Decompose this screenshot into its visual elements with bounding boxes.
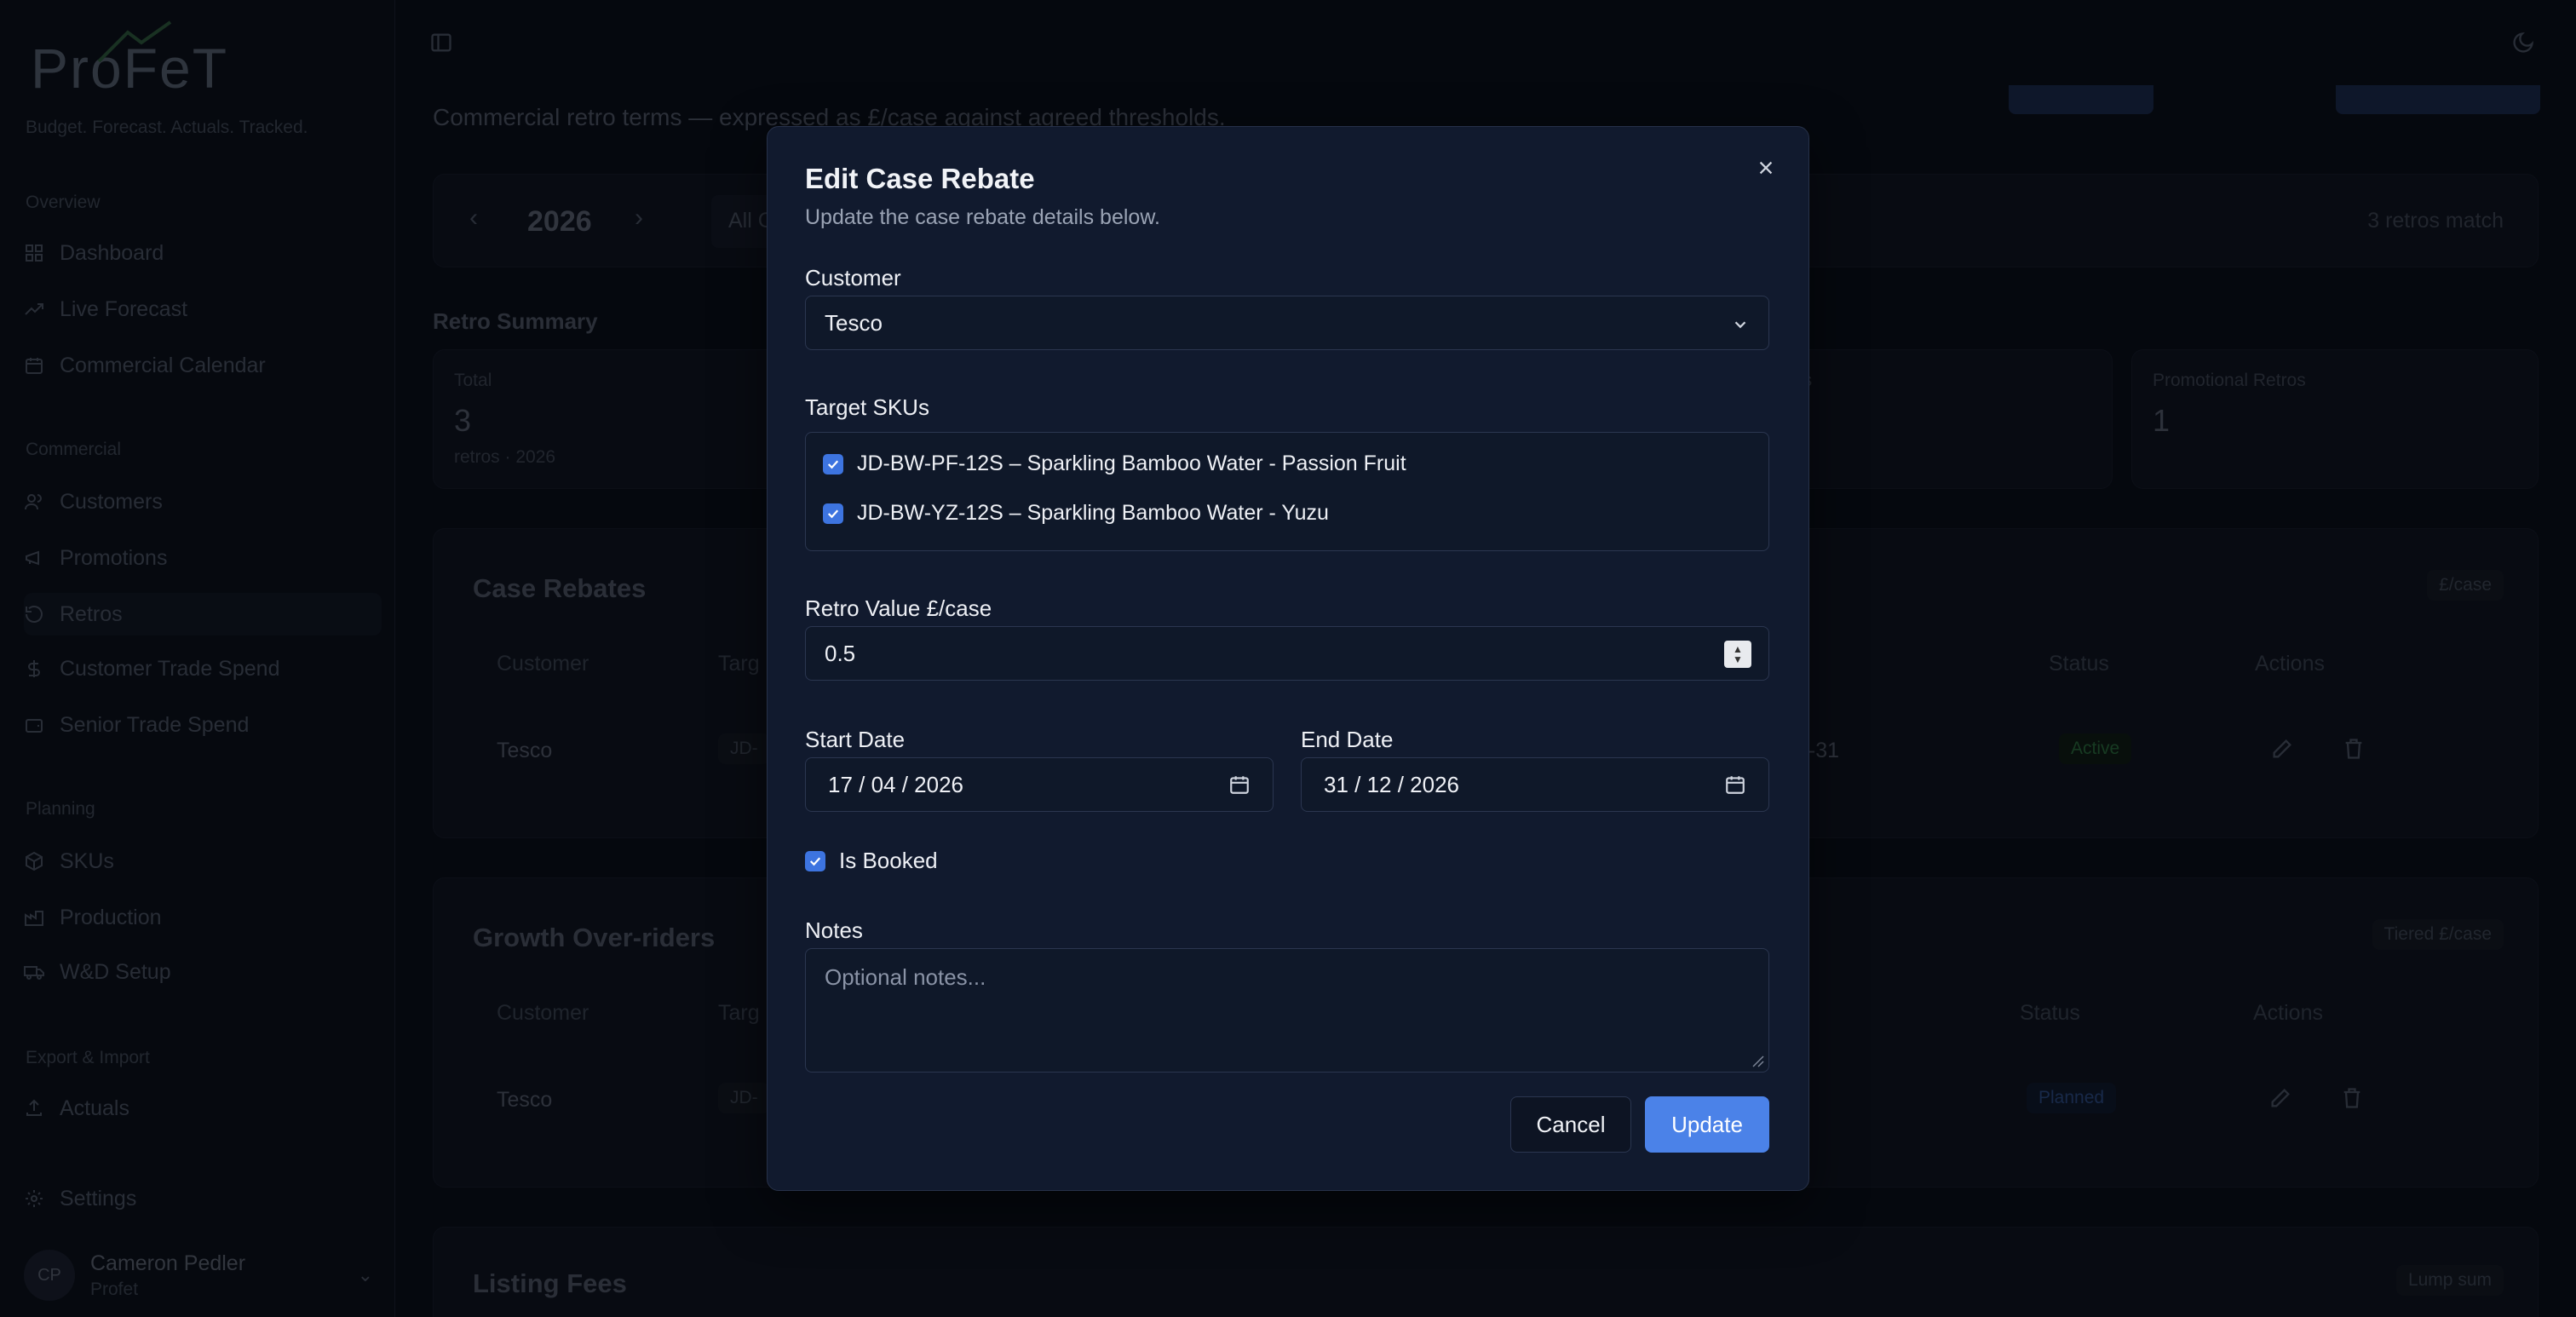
sku-option[interactable]: JD-BW-PF-12S – Sparkling Bamboo Water - … bbox=[823, 451, 1406, 476]
close-button[interactable] bbox=[1749, 151, 1783, 185]
number-stepper[interactable]: ▲ ▼ bbox=[1724, 641, 1751, 668]
resize-handle-icon[interactable] bbox=[1750, 1053, 1765, 1068]
check-icon bbox=[809, 856, 821, 866]
edit-case-rebate-dialog: Edit Case Rebate Update the case rebate … bbox=[767, 126, 1809, 1191]
cancel-button[interactable]: Cancel bbox=[1510, 1096, 1631, 1153]
start-date-input[interactable]: 17 / 04 / 2026 bbox=[805, 757, 1274, 812]
end-date-label: End Date bbox=[1301, 727, 1394, 752]
stepper-up-icon[interactable]: ▲ bbox=[1733, 644, 1743, 654]
end-date-value: 31 / 12 / 2026 bbox=[1324, 771, 1460, 797]
sku-option-label: JD-BW-YZ-12S – Sparkling Bamboo Water - … bbox=[857, 501, 1329, 525]
sku-option-label: JD-BW-PF-12S – Sparkling Bamboo Water - … bbox=[857, 451, 1406, 475]
customer-select-value: Tesco bbox=[825, 309, 883, 336]
target-skus-label: Target SKUs bbox=[805, 394, 929, 420]
target-skus-list: JD-BW-PF-12S – Sparkling Bamboo Water - … bbox=[805, 432, 1769, 551]
calendar-icon[interactable] bbox=[1228, 774, 1251, 802]
chevron-down-icon bbox=[1731, 313, 1750, 340]
check-icon bbox=[827, 459, 839, 469]
sku-checkbox[interactable] bbox=[823, 503, 843, 524]
stepper-down-icon[interactable]: ▼ bbox=[1733, 654, 1743, 664]
is-booked-option[interactable]: Is Booked bbox=[805, 848, 938, 874]
is-booked-checkbox[interactable] bbox=[805, 850, 825, 871]
is-booked-label: Is Booked bbox=[839, 848, 938, 873]
start-date-label: Start Date bbox=[805, 727, 906, 752]
customer-select[interactable]: Tesco bbox=[805, 296, 1769, 350]
retro-value-label: Retro Value £/case bbox=[805, 595, 992, 621]
end-date-input[interactable]: 31 / 12 / 2026 bbox=[1301, 757, 1769, 812]
notes-placeholder: Optional notes... bbox=[825, 964, 986, 990]
calendar-icon[interactable] bbox=[1724, 774, 1746, 802]
start-date-value: 17 / 04 / 2026 bbox=[828, 771, 964, 797]
notes-label: Notes bbox=[805, 917, 863, 943]
notes-textarea[interactable]: Optional notes... bbox=[805, 948, 1769, 1073]
sku-checkbox[interactable] bbox=[823, 453, 843, 474]
sku-option[interactable]: JD-BW-YZ-12S – Sparkling Bamboo Water - … bbox=[823, 501, 1329, 526]
dialog-description: Update the case rebate details below. bbox=[805, 205, 1160, 229]
check-icon bbox=[827, 509, 839, 518]
close-icon bbox=[1759, 161, 1773, 175]
retro-value-text: 0.5 bbox=[825, 640, 856, 666]
customer-label: Customer bbox=[805, 265, 901, 290]
update-button[interactable]: Update bbox=[1645, 1096, 1769, 1153]
retro-value-input[interactable]: 0.5 ▲ ▼ bbox=[805, 626, 1769, 681]
dialog-title: Edit Case Rebate bbox=[805, 163, 1035, 194]
